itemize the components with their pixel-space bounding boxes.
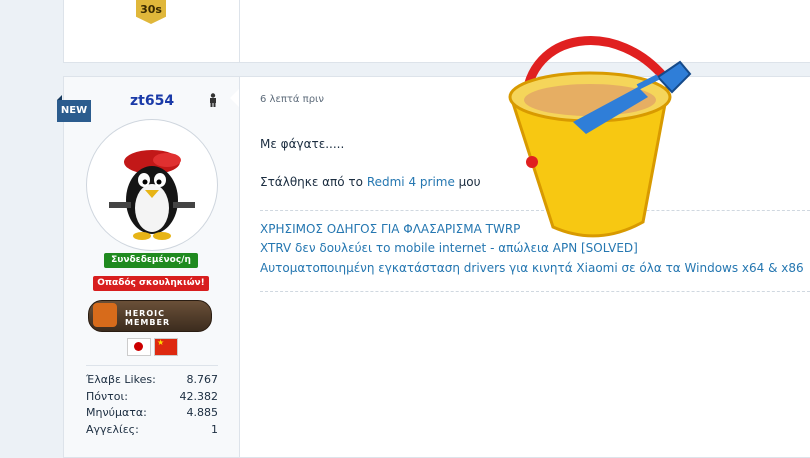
signature-link[interactable]: Αυτοματοποιημένη εγκατάσταση drivers για… bbox=[260, 261, 804, 275]
signature-link[interactable]: XTRV δεν δουλεύει το mobile internet - α… bbox=[260, 241, 638, 255]
heroic-member-label: HEROIC MEMBER bbox=[125, 309, 171, 327]
post-sent-from: Στάλθηκε από το Redmi 4 prime μου bbox=[260, 175, 481, 189]
divider bbox=[86, 365, 218, 366]
online-status-badge: Συνδεδεμένος/η bbox=[104, 253, 198, 268]
user-title-badge: Οπαδός σκουληκιών! bbox=[93, 276, 209, 291]
post-pointer bbox=[230, 89, 239, 107]
person-icon bbox=[210, 93, 216, 107]
post-body-line: Με φάγατε..... bbox=[260, 137, 345, 151]
signature-link[interactable]: ΧΡΗΣΙΜΟΣ ΟΔΗΓΟΣ ΓΙΑ ΦΛΑΣΑΡΙΣΜΑ TWRP bbox=[260, 222, 520, 236]
china-flag-icon bbox=[154, 338, 178, 356]
new-post-tag: NEW bbox=[57, 95, 91, 122]
user-stats: Έλαβε Likes: 8.767 Πόντοι: 42.382 Μηνύματα… bbox=[86, 373, 218, 439]
device-link[interactable]: Redmi 4 prime bbox=[367, 175, 455, 189]
stat-listings: Αγγελίες: 1 bbox=[86, 422, 218, 436]
japan-flag-icon bbox=[127, 338, 151, 356]
username-link[interactable]: zt654 bbox=[130, 93, 174, 109]
heroic-member-banner: HEROIC MEMBER bbox=[88, 300, 212, 332]
post-timestamp[interactable]: 6 λεπτά πριν bbox=[260, 94, 324, 105]
signature-divider bbox=[260, 291, 810, 292]
stat-messages: Μηνύματα: 4.885 bbox=[86, 406, 218, 419]
avatar[interactable] bbox=[86, 119, 218, 251]
penguin-avatar-icon bbox=[109, 150, 195, 240]
sand-bucket-icon bbox=[508, 36, 692, 238]
stat-points: Πόντοι: 42.382 bbox=[86, 389, 218, 403]
stat-likes: Έλαβε Likes: 8.767 bbox=[86, 373, 218, 386]
medal-icon bbox=[93, 303, 117, 327]
